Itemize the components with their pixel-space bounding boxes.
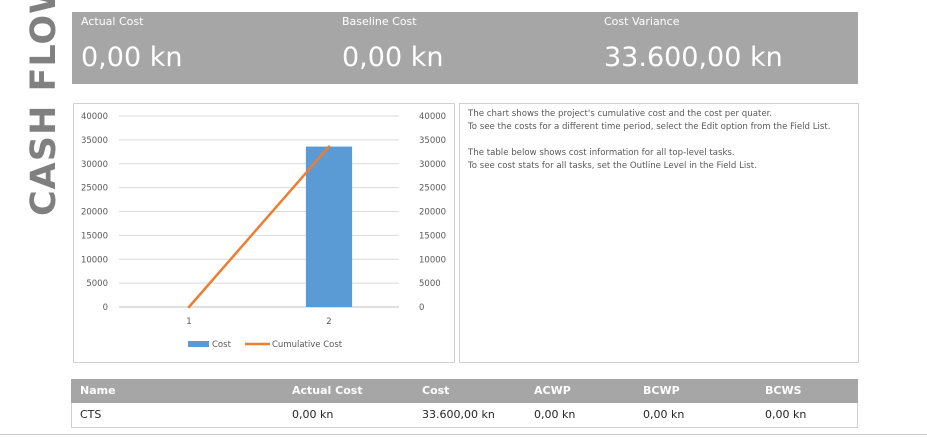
bar-cost xyxy=(305,146,353,307)
legend-label-cost: Cost xyxy=(212,340,232,350)
y2-tick-label: 30000 xyxy=(419,160,446,170)
note-line: The table below shows cost information f… xyxy=(468,148,735,158)
cost-table: Name Actual Cost Cost ACWP BCWP BCWS CTS… xyxy=(71,379,858,428)
kpi-label: Actual Cost xyxy=(81,15,144,28)
divider xyxy=(0,434,927,435)
note-line: The chart shows the project's cumulative… xyxy=(468,109,773,119)
note-line: To see the costs for a different time pe… xyxy=(468,122,831,132)
y2-tick-label: 25000 xyxy=(419,184,446,194)
column-header-actual-cost[interactable]: Actual Cost xyxy=(292,384,363,397)
y2-tick-label: 0 xyxy=(419,303,424,313)
cell-cost: 33.600,00 kn xyxy=(422,408,495,421)
kpi-value: 33.600,00 kn xyxy=(604,42,783,73)
chart-svg: 0 0 5000 5000 10000 10000 15000 15000 20000 20000… xyxy=(81,112,446,350)
x-tick-label: 1 xyxy=(186,317,191,327)
x-tick-label: 2 xyxy=(326,317,331,327)
y-tick-label: 0 xyxy=(103,303,108,313)
column-header-acwp[interactable]: ACWP xyxy=(534,384,571,397)
page-title: CASH FLOW xyxy=(24,0,64,216)
kpi-label: Baseline Cost xyxy=(342,15,417,28)
y2-tick-label: 15000 xyxy=(419,231,446,241)
legend-swatch-cost xyxy=(188,341,209,347)
y2-tick-label: 35000 xyxy=(419,136,446,146)
column-header-name[interactable]: Name xyxy=(80,384,116,397)
y2-tick-label: 10000 xyxy=(419,255,446,265)
y-tick-label: 30000 xyxy=(81,160,108,170)
kpi-bar: Actual Cost 0,00 kn Baseline Cost 0,00 k… xyxy=(72,12,858,84)
y-tick-label: 35000 xyxy=(81,136,108,146)
table-row[interactable]: CTS 0,00 kn 33.600,00 kn 0,00 kn 0,00 kn… xyxy=(71,403,858,428)
cost-chart[interactable]: 0 0 5000 5000 10000 10000 15000 15000 20000 20000… xyxy=(73,103,455,363)
kpi-value: 0,00 kn xyxy=(342,42,444,73)
column-header-bcwp[interactable]: BCWP xyxy=(643,384,680,397)
column-header-bcws[interactable]: BCWS xyxy=(765,384,802,397)
y2-tick-label: 20000 xyxy=(419,208,446,218)
y-tick-label: 10000 xyxy=(81,255,108,265)
cell-actual-cost: 0,00 kn xyxy=(292,408,334,421)
y-tick-label: 40000 xyxy=(81,112,108,122)
y-tick-label: 20000 xyxy=(81,208,108,218)
table-header: Name Actual Cost Cost ACWP BCWP BCWS xyxy=(71,379,858,403)
chart-notes: The chart shows the project's cumulative… xyxy=(459,103,859,363)
y-tick-label: 5000 xyxy=(86,279,108,289)
kpi-value: 0,00 kn xyxy=(81,42,183,73)
y2-tick-label: 5000 xyxy=(419,279,441,289)
cell-acwp: 0,00 kn xyxy=(534,408,576,421)
y-tick-label: 25000 xyxy=(81,184,108,194)
cell-bcwp: 0,00 kn xyxy=(643,408,685,421)
y-tick-label: 15000 xyxy=(81,231,108,241)
cell-name: CTS xyxy=(80,408,102,421)
note-line: To see cost stats for all tasks, set the… xyxy=(468,161,757,171)
kpi-label: Cost Variance xyxy=(604,15,680,28)
y2-tick-label: 40000 xyxy=(419,112,446,122)
column-header-cost[interactable]: Cost xyxy=(422,384,449,397)
legend-label-cumulative-cost: Cumulative Cost xyxy=(272,340,343,350)
cell-bcws: 0,00 kn xyxy=(765,408,807,421)
